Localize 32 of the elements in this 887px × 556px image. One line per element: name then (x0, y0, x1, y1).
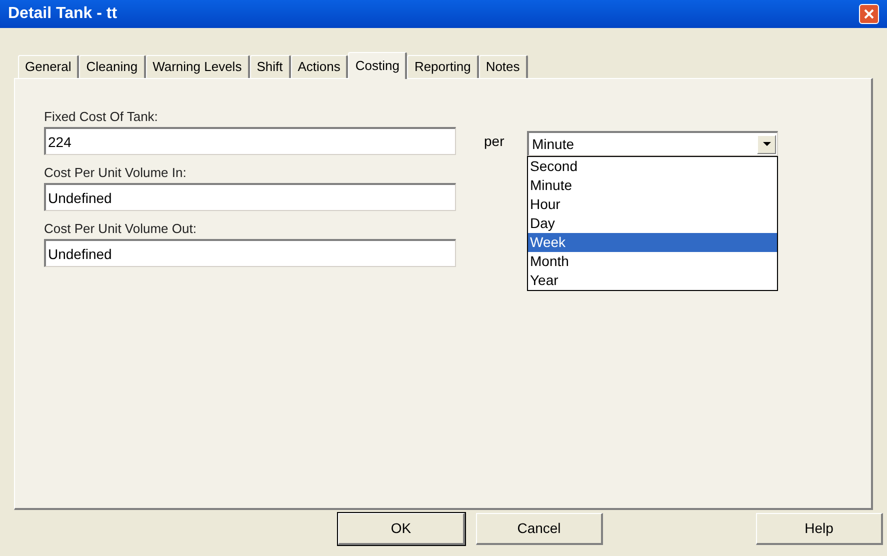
tab[interactable]: Costing (348, 52, 408, 79)
dropdown-option[interactable]: Month (528, 252, 777, 271)
tab[interactable]: Cleaning (79, 55, 146, 78)
tab[interactable]: Notes (478, 55, 528, 78)
dropdown-arrow-button[interactable] (757, 134, 776, 154)
dialog-button[interactable]: Cancel (476, 513, 603, 545)
caret-icon (762, 142, 770, 146)
dropdown-option[interactable]: Minute (528, 176, 777, 195)
dropdown-option[interactable]: Week (528, 233, 777, 252)
text-field[interactable]: Undefined (44, 183, 456, 211)
dropdown-option[interactable]: Hour (528, 195, 777, 214)
field-label: Cost Per Unit Volume Out: (44, 220, 196, 238)
dropdown-value: Minute (531, 134, 574, 154)
dialog-button[interactable]: OK (338, 513, 465, 545)
field-label: Fixed Cost Of Tank: (44, 108, 158, 126)
tab[interactable]: General (18, 55, 80, 78)
text-field[interactable]: 224 (44, 127, 456, 155)
tab[interactable]: Actions (290, 55, 348, 78)
period-dropdown[interactable]: Minute (527, 131, 778, 156)
dropdown-option[interactable]: Second (528, 157, 777, 176)
window-title: Detail Tank - tt (8, 4, 118, 24)
tab[interactable]: Warning Levels (146, 55, 250, 78)
dialog-button[interactable]: Help (756, 513, 883, 545)
per-label: per (484, 132, 504, 151)
text-field[interactable]: Undefined (44, 239, 456, 267)
dropdown-option[interactable]: Day (528, 214, 777, 233)
close-icon (864, 9, 874, 19)
tab[interactable]: Reporting (407, 55, 479, 78)
tab[interactable]: Shift (250, 55, 291, 78)
close-button[interactable] (859, 4, 879, 24)
dropdown-option[interactable]: Year (528, 271, 777, 290)
field-label: Cost Per Unit Volume In: (44, 164, 186, 182)
